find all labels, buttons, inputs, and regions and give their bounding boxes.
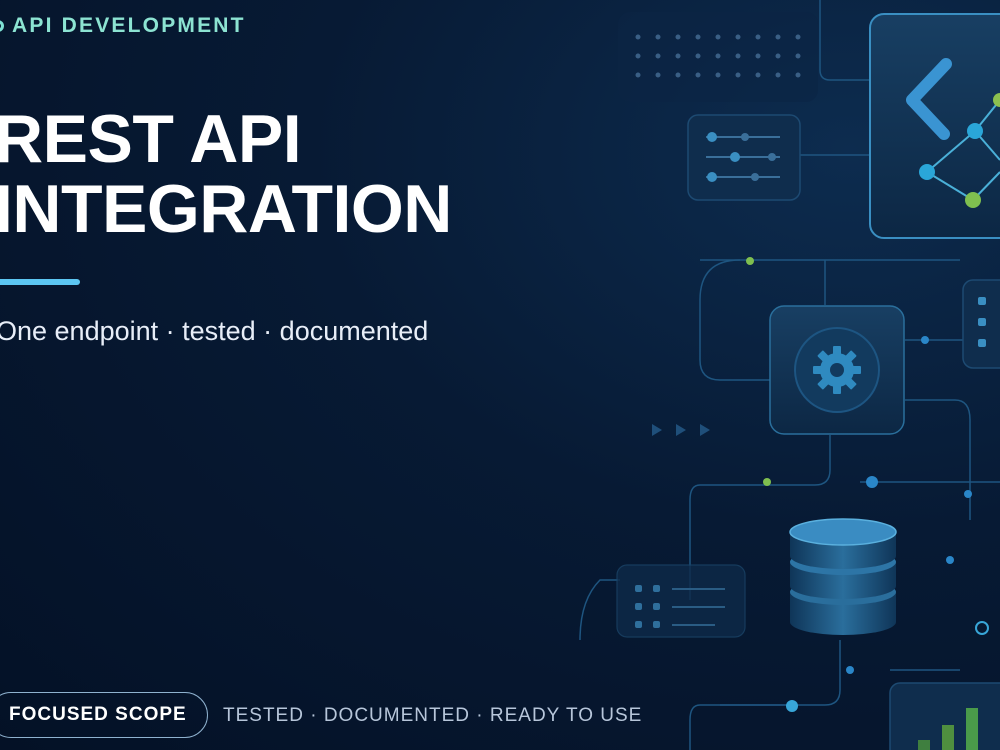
eyebrow-label: API DEVELOPMENT [12,14,246,37]
code-card [869,13,1000,239]
gear-icon [813,346,861,394]
list-card-edge [962,279,1000,369]
api-illustration [579,0,1000,750]
slider-card-icon [687,114,801,201]
dot-grid-card [618,12,818,102]
database-icon [789,518,897,635]
accent-divider [0,279,80,285]
eyebrow: API DEVELOPMENT [0,14,246,38]
list-card-icon [616,564,746,638]
gear-card [769,305,905,435]
arrow-chevrons [652,424,710,436]
eyebrow-dot-icon [0,20,4,32]
focused-scope-badge: FOCUSED SCOPE [0,692,208,738]
page-title: REST API INTEGRATION [0,104,452,244]
title-line-2: INTEGRATION [0,171,452,247]
subtitle: One endpoint · tested · documented [0,316,429,346]
bar-chart-icon [889,682,1000,750]
title-line-1: REST API [0,101,302,177]
